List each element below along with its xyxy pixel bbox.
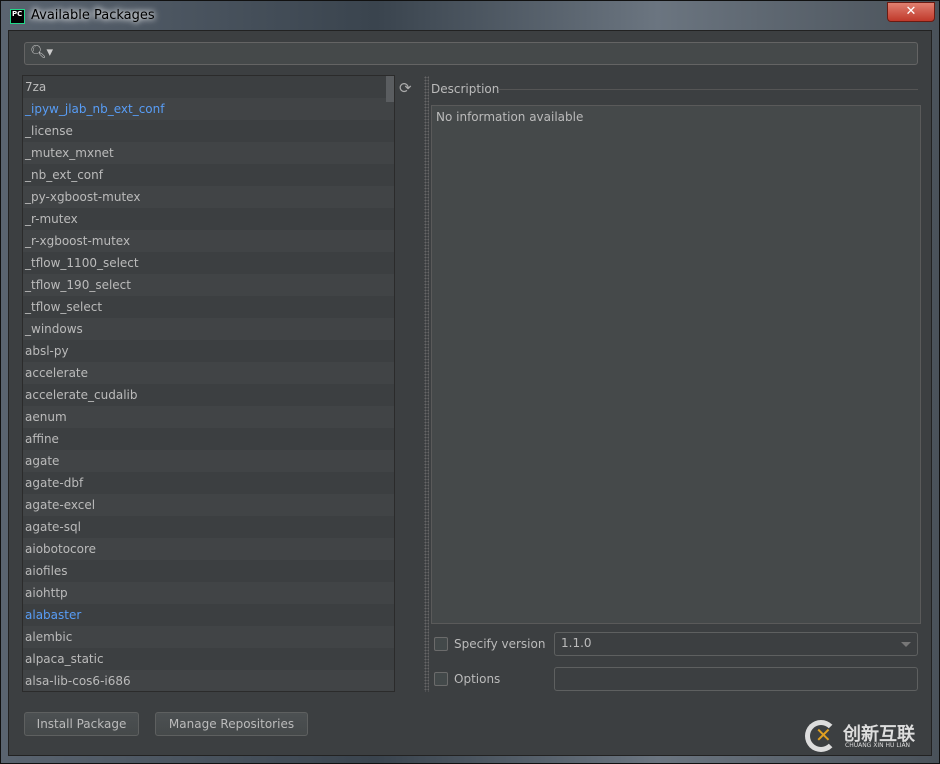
chevron-down-icon [901, 642, 911, 647]
install-package-button[interactable]: Install Package [24, 712, 139, 736]
package-list-item[interactable]: accelerate_cudalib [23, 384, 394, 406]
package-list-item[interactable]: _tflow_1100_select [23, 252, 394, 274]
package-list[interactable]: 7za _ipyw_jlab_nb_ext_conf _license _mutex_… [22, 75, 395, 692]
specify-version-label: Specify version [454, 637, 546, 651]
package-list-item[interactable]: alsa-lib-cos6-i686 [23, 670, 394, 691]
window-title: Available Packages [31, 8, 155, 23]
options-input[interactable] [554, 667, 918, 691]
package-list-item[interactable]: _ipyw_jlab_nb_ext_conf [23, 98, 394, 120]
description-text: No information available [436, 110, 584, 124]
package-list-item[interactable]: accelerate [23, 362, 394, 384]
package-list-item[interactable]: _license [23, 120, 394, 142]
package-list-item[interactable]: agate-dbf [23, 472, 394, 494]
package-list-item[interactable]: _r-xgboost-mutex [23, 230, 394, 252]
package-list-item[interactable]: alpaca_static [23, 648, 394, 670]
package-list-item[interactable]: _windows [23, 318, 394, 340]
description-label: Description [431, 82, 500, 96]
package-list-item[interactable]: _r-mutex [23, 208, 394, 230]
package-list-item[interactable]: _nb_ext_conf [23, 164, 394, 186]
package-list-item[interactable]: absl-py [23, 340, 394, 362]
package-list-item[interactable]: agate-sql [23, 516, 394, 538]
package-list-item[interactable]: _mutex_mxnet [23, 142, 394, 164]
description-panel: No information available [431, 105, 921, 624]
splitter-handle[interactable] [424, 76, 429, 692]
package-list-item[interactable]: agate-excel [23, 494, 394, 516]
package-list-item[interactable]: aiofiles [23, 560, 394, 582]
package-list-item[interactable]: _tflow_190_select [23, 274, 394, 296]
search-input[interactable]: 🔍︎▾ [24, 42, 918, 65]
package-list-item[interactable]: affine [23, 428, 394, 450]
refresh-icon[interactable]: ⟳ [399, 79, 412, 97]
version-value: 1.1.0 [561, 636, 592, 650]
version-select[interactable]: 1.1.0 [554, 632, 918, 656]
options-label: Options [454, 672, 501, 686]
search-icon: 🔍︎▾ [30, 45, 54, 60]
package-list-item[interactable]: _py-xgboost-mutex [23, 186, 394, 208]
package-list-item[interactable]: 7za [23, 76, 394, 98]
watermark-logo-mark: ✕ [815, 723, 832, 747]
pycharm-icon: PC [10, 9, 25, 24]
divider [498, 89, 918, 90]
package-list-item[interactable]: _tflow_select [23, 296, 394, 318]
scrollbar[interactable] [386, 76, 394, 102]
package-list-item[interactable]: agate [23, 450, 394, 472]
package-list-item[interactable]: alabaster [23, 604, 394, 626]
package-list-item[interactable]: aiohttp [23, 582, 394, 604]
manage-repositories-button[interactable]: Manage Repositories [155, 712, 308, 736]
title-bar: PC Available Packages ✕ [1, 1, 940, 31]
close-button[interactable]: ✕ [887, 2, 935, 22]
package-list-item[interactable]: alembic [23, 626, 394, 648]
package-list-item[interactable]: aenum [23, 406, 394, 428]
options-checkbox[interactable] [434, 672, 448, 686]
watermark-en: CHUANG XIN HU LIAN [845, 742, 911, 749]
specify-version-checkbox[interactable] [434, 637, 448, 651]
package-list-item[interactable]: aiobotocore [23, 538, 394, 560]
